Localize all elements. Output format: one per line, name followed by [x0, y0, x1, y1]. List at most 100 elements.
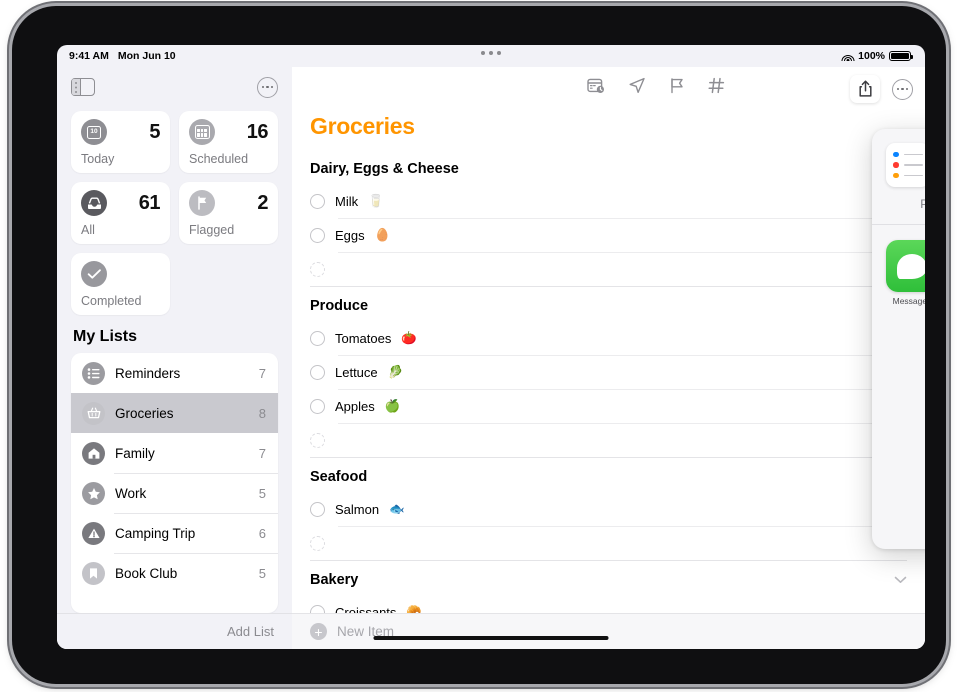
location-arrow-icon[interactable] [628, 77, 646, 99]
all-count: 61 [138, 191, 161, 214]
sidebar-item-family[interactable]: Family 7 [71, 433, 278, 473]
smart-list-flagged[interactable]: 2 Flagged [179, 182, 278, 244]
section-seafood: Seafood Salmon 🐟 [310, 458, 907, 561]
item-emoji: 🐟 [389, 501, 405, 516]
sidebar-item-book-club[interactable]: Book Club 5 [71, 553, 278, 593]
item-checkbox[interactable] [310, 227, 325, 243]
today-label: Today [81, 152, 115, 166]
sidebar-toggle-icon[interactable] [71, 78, 95, 96]
smart-lists-grid: 10 5 Today 16 Scheduled 61 All 2 Flagged… [57, 107, 292, 315]
sidebar-item-count: 5 [258, 485, 266, 501]
add-list-button[interactable]: Add List [227, 624, 274, 639]
popover-invite-note[interactable]: People you invite can add others. [872, 195, 925, 224]
item-label: Salmon [335, 501, 380, 517]
list-item[interactable]: Apples 🍏 [310, 389, 907, 423]
my-lists-card: Reminders 7 Groceries 8 Family 7 Work 5 … [71, 353, 278, 613]
section-title: Seafood [310, 469, 368, 485]
sidebar-item-camping-trip[interactable]: Camping Trip 6 [71, 513, 278, 553]
toolbar-icon-group [587, 77, 725, 99]
share-button[interactable] [850, 75, 880, 103]
sidebar-item-count: 6 [258, 525, 266, 541]
messages-app-icon [886, 240, 925, 292]
sidebar-header [57, 67, 292, 107]
item-checkbox[interactable] [310, 364, 325, 380]
sidebar-item-label: Camping Trip [115, 525, 196, 541]
item-checkbox[interactable] [310, 501, 325, 517]
sidebar-item-groceries[interactable]: Groceries 8 [71, 393, 278, 433]
today-day-number: 10 [87, 125, 101, 139]
smart-list-all[interactable]: 61 All [71, 182, 170, 244]
home-indicator[interactable] [373, 635, 609, 640]
all-inbox-icon [81, 190, 107, 216]
detail-more-icon[interactable] [892, 78, 913, 100]
detail-body: Groceries Dairy, Eggs & Cheese Milk 🥛 Eg… [292, 109, 925, 649]
flag-icon[interactable] [669, 77, 685, 99]
empty-new-item-row[interactable] [310, 252, 907, 286]
plus-circle-icon[interactable]: + [310, 623, 327, 640]
item-checkbox[interactable] [310, 193, 325, 209]
item-label: Tomatoes [335, 330, 392, 346]
calendar-clock-icon[interactable] [587, 77, 605, 99]
multitasking-handle-icon[interactable] [481, 51, 501, 55]
sidebar-more-icon[interactable] [257, 76, 278, 98]
page-title: Groceries [310, 113, 415, 139]
popover-header: Groceries Collaboration [872, 129, 925, 195]
item-checkbox[interactable] [310, 261, 325, 277]
list-item[interactable]: Tomatoes 🍅 [310, 321, 907, 355]
empty-new-item-row[interactable] [310, 423, 907, 457]
item-checkbox[interactable] [310, 330, 325, 346]
house-icon [82, 441, 105, 465]
item-label: Lettuce [335, 364, 378, 380]
status-bar-right: 100% [841, 50, 914, 62]
item-emoji: 🥚 [374, 227, 391, 242]
status-bar: 9:41 AM Mon Jun 10 100% [57, 45, 925, 67]
item-emoji: 🥛 [368, 193, 384, 208]
sidebar-item-label: Book Club [115, 565, 178, 581]
item-checkbox[interactable] [310, 432, 325, 448]
completed-label: Completed [81, 294, 142, 308]
list-item[interactable]: Salmon 🐟 [310, 492, 907, 526]
section-header[interactable]: Bakery [310, 561, 907, 595]
smart-list-completed[interactable]: Completed [71, 253, 170, 315]
sidebar-item-count: 7 [258, 365, 266, 381]
ipad-device-frame: 9:41 AM Mon Jun 10 100% 10 5 Today 16 Sc… [12, 6, 946, 684]
reminders-list-thumbnail-icon [886, 143, 925, 187]
hashtag-icon[interactable] [708, 77, 725, 99]
flag-icon [189, 190, 215, 216]
today-calendar-icon: 10 [81, 119, 107, 145]
share-popover: Groceries Collaboration [872, 129, 925, 549]
new-item-bar[interactable]: + New Item [292, 613, 925, 649]
popover-note-text: People you invite can add others. [920, 197, 925, 211]
scheduled-label: Scheduled [189, 152, 249, 166]
share-target-messages[interactable]: Messages [886, 240, 925, 307]
section-header[interactable]: Dairy, Eggs & Cheese [310, 150, 907, 184]
empty-new-item-row[interactable] [310, 526, 907, 560]
sidebar-item-work[interactable]: Work 5 [71, 473, 278, 513]
sidebar-item-count: 7 [258, 445, 266, 461]
item-checkbox[interactable] [310, 398, 325, 414]
item-checkbox[interactable] [310, 535, 325, 551]
item-label: Milk [335, 193, 359, 209]
sidebar-item-reminders[interactable]: Reminders 7 [71, 353, 278, 393]
smart-list-today[interactable]: 10 5 Today [71, 111, 170, 173]
section-header[interactable]: Seafood [310, 458, 907, 492]
triangle-warning-icon [82, 521, 105, 545]
sidebar-item-label: Family [115, 445, 155, 461]
list-item[interactable]: Milk 🥛 [310, 184, 907, 218]
sidebar-item-count: 8 [258, 405, 266, 421]
item-emoji: 🍏 [384, 398, 401, 413]
bookmark-icon [82, 561, 105, 585]
chevron-down-icon[interactable] [894, 572, 907, 588]
list-item[interactable]: Eggs 🥚 [310, 218, 907, 252]
sidebar-item-label: Work [115, 485, 147, 501]
list-item[interactable]: Lettuce 🥬 [310, 355, 907, 389]
flagged-label: Flagged [189, 223, 235, 237]
smart-list-scheduled[interactable]: 16 Scheduled [179, 111, 278, 173]
ipad-screen: 9:41 AM Mon Jun 10 100% 10 5 Today 16 Sc… [57, 45, 925, 649]
status-bar-left: 9:41 AM Mon Jun 10 [69, 50, 176, 62]
sidebar: 10 5 Today 16 Scheduled 61 All 2 Flagged… [57, 67, 292, 649]
section-title: Produce [310, 298, 369, 314]
today-count: 5 [149, 120, 160, 143]
section-header[interactable]: Produce [310, 287, 907, 321]
detail-pane: Groceries Dairy, Eggs & Cheese Milk 🥛 Eg… [292, 67, 925, 649]
